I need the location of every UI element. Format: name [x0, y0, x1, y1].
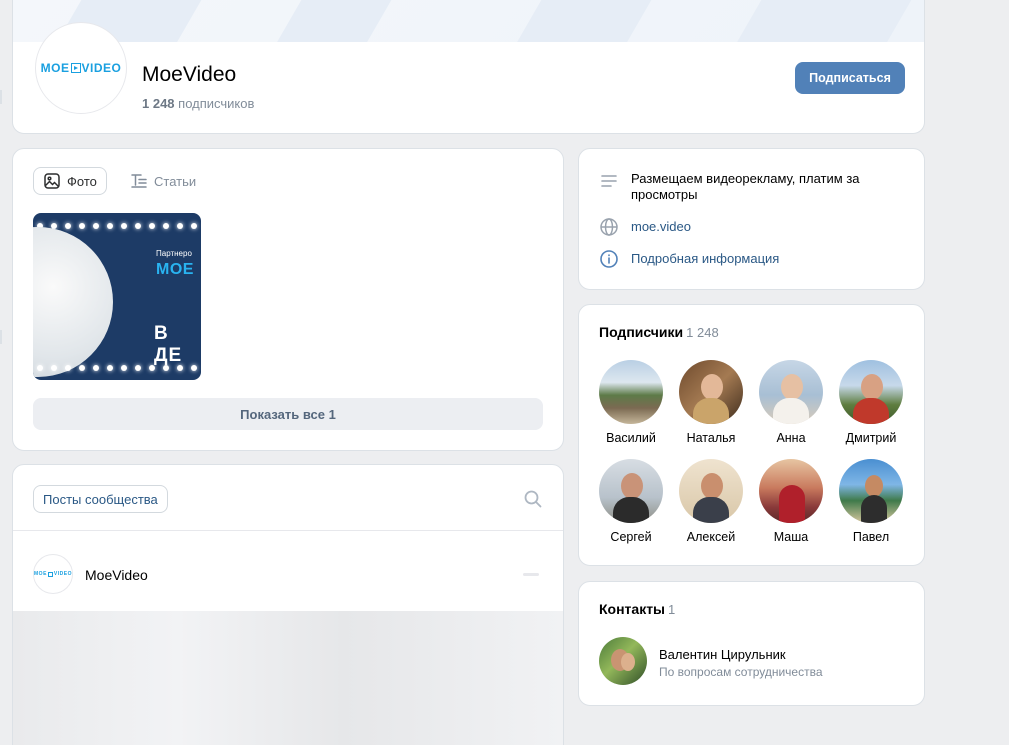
page-edge-marker [0, 330, 2, 344]
followers-title[interactable]: Подписчики 1 248 [599, 324, 719, 340]
website-link[interactable]: moe.video [631, 219, 691, 234]
tab-photos[interactable]: Фото [33, 167, 107, 195]
contacts-title-label: Контакты [599, 601, 666, 617]
tab-articles[interactable]: Статьи [121, 167, 205, 195]
info-icon [600, 250, 618, 268]
community-posts-tab[interactable]: Посты сообщества [33, 485, 168, 513]
tab-photos-label: Фото [67, 173, 97, 189]
photo-caption-small: Партнеро [156, 249, 192, 258]
followers-block: Подписчики 1 248 Василий Наталья Анна Дми… [578, 304, 925, 566]
follower-name: Наталья [686, 431, 736, 445]
contacts-title[interactable]: Контакты 1 [599, 601, 675, 617]
contacts-block: Контакты 1 Валентин Цирульник По вопросам… [578, 581, 925, 706]
community-avatar[interactable]: MOE VIDEO [35, 22, 127, 114]
follower-name: Павел [852, 530, 890, 544]
community-header: MOE VIDEO MoeVideo 1 248 подписчиков Подп… [12, 0, 925, 134]
details-link[interactable]: Подробная информация [631, 251, 779, 266]
image-icon [44, 173, 60, 189]
post-author-name[interactable]: MoeVideo [85, 567, 148, 583]
lights-decoration [33, 361, 201, 375]
follower-item[interactable]: Дмитрий [831, 360, 911, 445]
follower-name: Сергей [610, 530, 652, 544]
follower-item[interactable]: Павел [831, 459, 911, 544]
contacts-count: 1 [668, 602, 676, 617]
page-edge-marker [0, 90, 2, 104]
search-icon[interactable] [523, 489, 543, 509]
subscribe-button[interactable]: Подписаться [795, 62, 905, 94]
info-website-row: moe.video [599, 217, 691, 237]
follower-item[interactable]: Сергей [591, 459, 671, 544]
tab-articles-label: Статьи [154, 173, 197, 189]
follower-avatar [759, 459, 823, 523]
articles-icon [131, 174, 147, 188]
subscribers-number: 1 248 [142, 96, 175, 111]
follower-item[interactable]: Наталья [671, 360, 751, 445]
subscribers-count[interactable]: 1 248 подписчиков [142, 96, 254, 111]
moevideo-logo: MOE VIDEO [34, 571, 72, 577]
info-details-row: Подробная информация [599, 249, 779, 269]
follower-avatar [839, 459, 903, 523]
follower-avatar [599, 459, 663, 523]
follower-name: Дмитрий [845, 431, 897, 445]
followers-count: 1 248 [686, 325, 719, 340]
subscribers-label: подписчиков [178, 96, 255, 111]
photos-block: Фото Статьи Партнеро МОЕ В ДЕ Показать в… [12, 148, 564, 451]
contact-avatar[interactable] [599, 637, 647, 685]
contact-name[interactable]: Валентин Цирульник [659, 647, 786, 662]
info-description: Размещаем видеорекламу, платим за просмо… [631, 171, 860, 202]
info-description-row: Размещаем видеорекламу, платим за просмо… [599, 171, 891, 203]
post-menu-placeholder [523, 573, 539, 576]
follower-item[interactable]: Алексей [671, 459, 751, 544]
follower-name: Василий [606, 431, 656, 445]
posts-block: Посты сообщества MOE VIDEO MoeVideo [12, 464, 564, 745]
info-block: Размещаем видеорекламу, платим за просмо… [578, 148, 925, 290]
follower-avatar [679, 459, 743, 523]
follower-name: Маша [773, 530, 809, 544]
follower-name: Алексей [686, 530, 736, 544]
post-author-avatar[interactable]: MOE VIDEO [33, 554, 73, 594]
cover-image [13, 0, 924, 42]
follower-avatar [599, 360, 663, 424]
post-content-loading [13, 611, 563, 745]
follower-item[interactable]: Анна [751, 360, 831, 445]
photo-person-circle [33, 227, 113, 377]
followers-title-label: Подписчики [599, 324, 684, 340]
follower-avatar [759, 360, 823, 424]
divider [13, 530, 563, 531]
page-title: MoeVideo [142, 63, 237, 86]
photo-caption-brand: МОЕ [156, 261, 194, 278]
follower-avatar [679, 360, 743, 424]
contact-role: По вопросам сотрудничества [659, 665, 823, 679]
globe-icon [600, 218, 618, 236]
description-icon [601, 175, 617, 187]
follower-avatar [839, 360, 903, 424]
follower-name: Анна [776, 431, 806, 445]
photo-thumbnail[interactable]: Партнеро МОЕ В ДЕ [33, 213, 201, 380]
follower-item[interactable]: Василий [591, 360, 671, 445]
follower-item[interactable]: Маша [751, 459, 831, 544]
moevideo-logo: MOE VIDEO [40, 61, 122, 75]
show-all-photos-button[interactable]: Показать все 1 [33, 398, 543, 430]
